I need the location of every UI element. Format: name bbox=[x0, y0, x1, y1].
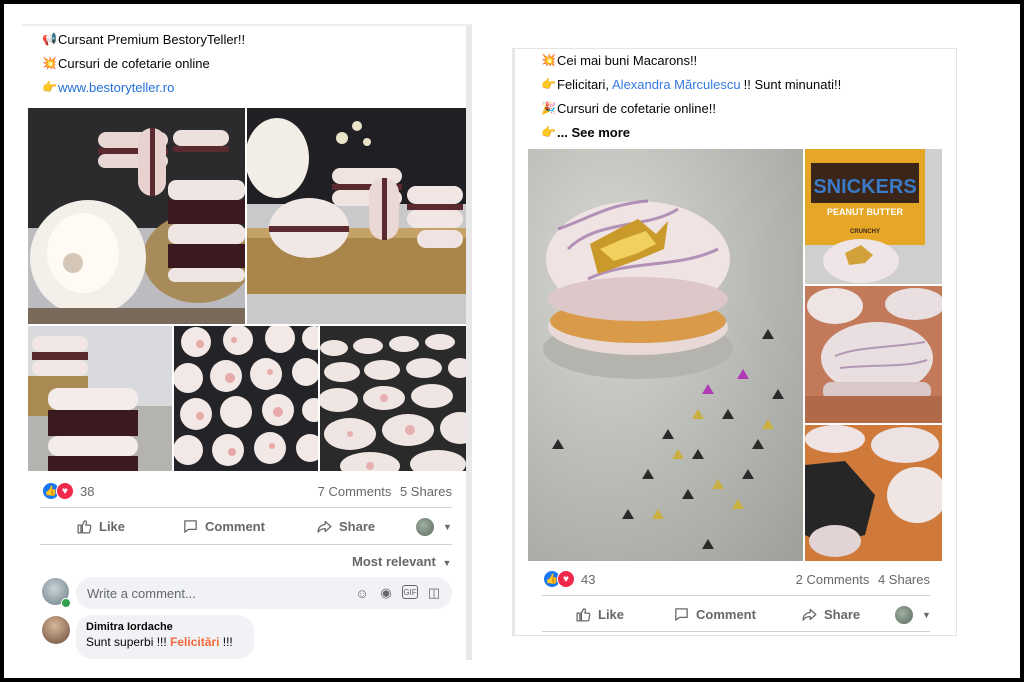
share-arrow-icon bbox=[317, 520, 332, 533]
comment-author[interactable]: Dimitra Iordache bbox=[86, 621, 244, 633]
comments-count[interactable]: 2 Comments bbox=[796, 572, 870, 587]
divider bbox=[542, 595, 930, 596]
pointing-hand-icon: 👉 bbox=[42, 80, 57, 94]
comment-bubble-icon bbox=[675, 608, 688, 621]
sort-label: Most relevant bbox=[352, 554, 436, 569]
post-text: Cursuri de cofetarie online!! bbox=[557, 101, 716, 116]
sparkle-icon: 💥 bbox=[42, 56, 57, 70]
photo-macaron-shells-baking[interactable] bbox=[320, 326, 466, 471]
divider bbox=[40, 507, 452, 508]
post-text: Felicitari, bbox=[557, 77, 610, 92]
megaphone-icon: 📢 bbox=[42, 32, 57, 46]
photo-macaron-shells-tray[interactable] bbox=[174, 326, 318, 471]
photo-snickers-jar[interactable]: SNICKERS PEANUT BUTTER CRUNCHY bbox=[805, 149, 942, 284]
jar-subtitle-text: PEANUT BUTTER bbox=[827, 207, 903, 217]
emoji-icon[interactable]: ☺ bbox=[354, 585, 370, 601]
share-label: Share bbox=[824, 607, 861, 622]
post-text-line-4: 👉 ... See more bbox=[541, 125, 630, 140]
commenter-avatar[interactable] bbox=[42, 616, 70, 644]
caret-down-icon: ▼ bbox=[922, 610, 931, 620]
photo-macarons-basket[interactable] bbox=[247, 108, 466, 324]
photo-macarons-filled[interactable] bbox=[28, 326, 172, 471]
reactions-count: 38 bbox=[80, 483, 95, 499]
post-stats: 2 Comments 4 Shares bbox=[791, 572, 930, 587]
online-status-dot bbox=[61, 598, 71, 608]
share-button[interactable]: Share bbox=[801, 606, 860, 623]
avatar bbox=[416, 518, 434, 536]
post-stats: 7 Comments 5 Shares bbox=[313, 484, 452, 499]
divider bbox=[40, 544, 452, 545]
comment-input[interactable]: Write a comment... ☺ ◉ GIF ◫ bbox=[76, 577, 452, 609]
jar-variant-text: CRUNCHY bbox=[850, 229, 880, 235]
photo-macarons-gloved-hand[interactable] bbox=[805, 425, 942, 561]
comment-placeholder: Write a comment... bbox=[87, 585, 196, 601]
like-label: Like bbox=[99, 519, 126, 534]
comment-label: Comment bbox=[205, 519, 265, 534]
post-text-line-3: 👉 www.bestoryteller.ro bbox=[42, 80, 174, 95]
share-arrow-icon bbox=[802, 608, 817, 621]
love-reaction-icon: ♥ bbox=[557, 570, 575, 588]
photo-macaron-in-hand[interactable] bbox=[805, 286, 942, 423]
caret-down-icon: ▼ bbox=[443, 522, 452, 532]
post-card-left: 📢 Cursant Premium BestoryTeller!! 💥 Curs… bbox=[22, 24, 472, 660]
jar-brand-text: SNICKERS bbox=[813, 176, 916, 198]
website-link[interactable]: www.bestoryteller.ro bbox=[58, 80, 174, 95]
love-reaction-icon: ♥ bbox=[56, 482, 74, 500]
see-more-link[interactable]: ... See more bbox=[557, 125, 630, 140]
reactions-count: 43 bbox=[581, 571, 596, 587]
comment-button[interactable]: Comment bbox=[673, 606, 756, 623]
comment-bubble-icon bbox=[184, 520, 197, 533]
photo-gold-macaron[interactable] bbox=[528, 149, 803, 561]
post-text: !! Sunt minunati!! bbox=[743, 77, 842, 92]
audience-selector[interactable]: ▼ bbox=[416, 518, 452, 536]
reactions-summary[interactable]: 👍 ♥ 38 bbox=[42, 482, 94, 500]
post-text-line-1: 💥 Cei mai buni Macarons!! bbox=[541, 53, 697, 68]
post-text: Cursuri de cofetarie online bbox=[58, 56, 210, 71]
post-card-right: 💥 Cei mai buni Macarons!! 👉 Felicitari, … bbox=[512, 48, 957, 636]
comment-label: Comment bbox=[696, 607, 756, 622]
divider bbox=[542, 631, 930, 632]
avatar bbox=[895, 606, 913, 624]
sparkle-icon: 💥 bbox=[541, 53, 556, 67]
photo-macarons-flower[interactable] bbox=[28, 108, 245, 324]
user-mention-link[interactable]: Alexandra Mărculescu bbox=[612, 77, 741, 92]
like-button[interactable]: Like bbox=[76, 518, 125, 535]
like-button[interactable]: Like bbox=[575, 606, 624, 623]
like-label: Like bbox=[598, 607, 625, 622]
shares-count[interactable]: 5 Shares bbox=[400, 484, 452, 499]
comment-text: Sunt superbi !!! Felicitări !!! bbox=[86, 635, 233, 649]
gif-icon[interactable]: GIF bbox=[402, 585, 418, 599]
comment-sort-dropdown[interactable]: Most relevant ▼ bbox=[352, 554, 451, 569]
post-text-line-2: 💥 Cursuri de cofetarie online bbox=[42, 56, 210, 71]
thumbs-up-icon bbox=[77, 520, 92, 534]
post-text: Cei mai buni Macarons!! bbox=[557, 53, 698, 68]
post-text: Cursant Premium BestoryTeller!! bbox=[58, 32, 246, 47]
thumbs-up-icon bbox=[576, 608, 591, 622]
shares-count[interactable]: 4 Shares bbox=[878, 572, 930, 587]
caret-down-icon: ▼ bbox=[442, 558, 452, 568]
sticker-icon[interactable]: ◫ bbox=[426, 585, 442, 601]
share-button[interactable]: Share bbox=[316, 518, 375, 535]
audience-selector[interactable]: ▼ bbox=[895, 606, 931, 624]
pointing-hand-icon: 👉 bbox=[541, 77, 556, 91]
comment-button[interactable]: Comment bbox=[182, 518, 265, 535]
post-text-line-2: 👉 Felicitari, Alexandra Mărculescu!! Sun… bbox=[541, 77, 841, 92]
party-icon: 🎉 bbox=[541, 101, 556, 115]
post-text-line-3: 🎉 Cursuri de cofetarie online!! bbox=[541, 101, 716, 116]
pointing-hand-icon: 👉 bbox=[541, 125, 556, 139]
post-text-line-1: 📢 Cursant Premium BestoryTeller!! bbox=[42, 32, 245, 47]
comment-bubble: Dimitra Iordache Sunt superbi !!! Felici… bbox=[76, 615, 254, 659]
comments-count[interactable]: 7 Comments bbox=[318, 484, 392, 499]
camera-icon[interactable]: ◉ bbox=[378, 585, 394, 601]
share-label: Share bbox=[339, 519, 376, 534]
reactions-summary[interactable]: 👍 ♥ 43 bbox=[543, 570, 595, 588]
